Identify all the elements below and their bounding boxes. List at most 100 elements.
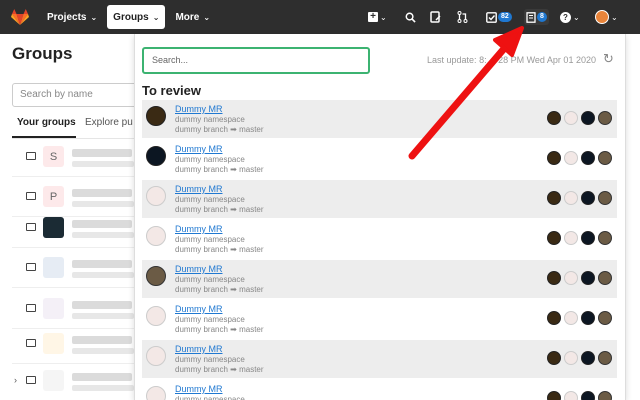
mr-row[interactable]: Dummy MRdummy namespacedummy branch ➡ ma… [142, 380, 617, 400]
arrow-right-icon: ➡ [230, 365, 237, 374]
mr-row[interactable]: Dummy MRdummy namespacedummy branch ➡ ma… [142, 220, 617, 258]
refresh-icon[interactable]: ↻ [603, 51, 614, 67]
mr-target-branch: master [239, 285, 264, 294]
mr-author-avatar [146, 346, 166, 366]
mr-title-link[interactable]: Dummy MR [175, 384, 223, 394]
reviewer-avatar [564, 151, 578, 165]
reviewer-avatar [581, 311, 595, 325]
arrow-right-icon: ➡ [230, 205, 237, 214]
group-search-input[interactable]: Search by name [12, 83, 142, 107]
mr-namespace: dummy namespace [175, 355, 245, 364]
group-name-blurred [72, 189, 132, 197]
folder-icon [26, 223, 36, 231]
mr-namespace: dummy namespace [175, 275, 245, 284]
todos-button[interactable]: 82 [486, 9, 512, 25]
reviewer-avatar [581, 231, 595, 245]
mr-branches: dummy branch ➡ master [175, 165, 264, 174]
mr-target-branch: master [239, 165, 264, 174]
tab-your-groups[interactable]: Your groups [17, 117, 76, 128]
nav-projects[interactable]: Projects ⌄ [41, 5, 103, 29]
reviewer-avatar [547, 351, 561, 365]
mr-row[interactable]: Dummy MRdummy namespacedummy branch ➡ ma… [142, 260, 617, 298]
group-name-blurred [72, 220, 132, 228]
reviewer-avatar [581, 351, 595, 365]
tab-explore[interactable]: Explore pu [85, 117, 133, 128]
reviewer-avatar [564, 351, 578, 365]
mr-row[interactable]: Dummy MRdummy namespacedummy branch ➡ ma… [142, 300, 617, 338]
reviewer-avatar [547, 391, 561, 400]
mr-search-input[interactable]: Search... [142, 47, 370, 74]
user-menu-button[interactable]: ⌄ [595, 9, 618, 25]
group-row[interactable]: › [12, 363, 135, 400]
group-name-blurred [72, 373, 132, 381]
mr-namespace: dummy namespace [175, 315, 245, 324]
plus-square-icon: + [368, 12, 378, 22]
group-row[interactable] [12, 210, 135, 248]
mr-author-avatar [146, 106, 166, 126]
mr-namespace: dummy namespace [175, 235, 245, 244]
mr-branches: dummy branch ➡ master [175, 365, 264, 374]
chevron-down-icon: ⌄ [611, 12, 618, 22]
mr-author-avatar [146, 386, 166, 400]
mr-row[interactable]: Dummy MRdummy namespacedummy branch ➡ ma… [142, 340, 617, 378]
mr-title-link[interactable]: Dummy MR [175, 304, 223, 314]
mr-title-link[interactable]: Dummy MR [175, 144, 223, 154]
reviewer-avatar [598, 391, 612, 400]
help-icon: ? [560, 11, 571, 23]
mr-author-avatar [146, 266, 166, 286]
chevron-down-icon: ⌄ [573, 12, 580, 22]
mr-source-branch: dummy branch [175, 205, 228, 214]
mr-title-link[interactable]: Dummy MR [175, 104, 223, 114]
help-button[interactable]: ? ⌄ [560, 9, 580, 25]
arrow-right-icon: ➡ [230, 285, 237, 294]
group-description-blurred [72, 272, 134, 278]
reviewer-avatar [598, 351, 612, 365]
group-row[interactable]: S [12, 139, 135, 177]
mr-row[interactable]: Dummy MRdummy namespacedummy branch ➡ ma… [142, 140, 617, 178]
folder-icon [26, 263, 36, 271]
mr-source-branch: dummy branch [175, 325, 228, 334]
search-button[interactable] [405, 9, 416, 25]
mr-branches: dummy branch ➡ master [175, 285, 264, 294]
mr-review-extension-button[interactable]: 8 [524, 9, 549, 25]
mr-author-avatar [146, 146, 166, 166]
nav-more[interactable]: More ⌄ [169, 5, 216, 29]
reviewer-avatar [598, 271, 612, 285]
gitlab-logo-icon[interactable] [11, 9, 29, 25]
group-row[interactable] [12, 250, 135, 288]
group-avatar [43, 217, 64, 238]
group-name-blurred [72, 149, 132, 157]
group-description-blurred [72, 232, 134, 238]
reviewer-avatar [598, 191, 612, 205]
reviewer-avatar [564, 391, 578, 400]
new-item-button[interactable]: + ⌄ [368, 9, 387, 25]
mr-title-link[interactable]: Dummy MR [175, 224, 223, 234]
nav-groups[interactable]: Groups ⌄ [107, 5, 166, 29]
mr-namespace: dummy namespace [175, 395, 245, 400]
reviewer-avatar [598, 311, 612, 325]
merge-request-icon [457, 11, 468, 23]
mr-row[interactable]: Dummy MRdummy namespacedummy branch ➡ ma… [142, 100, 617, 138]
mr-author-avatar [146, 226, 166, 246]
group-row[interactable] [12, 291, 135, 329]
chevron-down-icon: ⌄ [90, 12, 98, 22]
mr-title-link[interactable]: Dummy MR [175, 264, 223, 274]
group-row[interactable] [12, 326, 135, 364]
mr-namespace: dummy namespace [175, 195, 245, 204]
mr-branches: dummy branch ➡ master [175, 125, 264, 134]
mr-title-link[interactable]: Dummy MR [175, 344, 223, 354]
mr-title-link[interactable]: Dummy MR [175, 184, 223, 194]
chevron-right-icon[interactable]: › [14, 375, 17, 385]
mr-branches: dummy branch ➡ master [175, 205, 264, 214]
group-description-blurred [72, 313, 134, 319]
mr-row[interactable]: Dummy MRdummy namespacedummy branch ➡ ma… [142, 180, 617, 218]
merge-requests-button[interactable] [457, 9, 468, 25]
reviewer-avatar [581, 111, 595, 125]
group-description-blurred [72, 201, 134, 207]
mr-target-branch: master [239, 245, 264, 254]
mr-review-dropdown: Search... Last update: 8:… 28 PM Wed Apr… [134, 34, 626, 400]
last-update: Last update: 8:… 28 PM Wed Apr 01 2020 [427, 55, 596, 65]
group-description-blurred [72, 385, 134, 391]
reviewer-avatar [581, 391, 595, 400]
issues-button[interactable] [430, 9, 441, 25]
